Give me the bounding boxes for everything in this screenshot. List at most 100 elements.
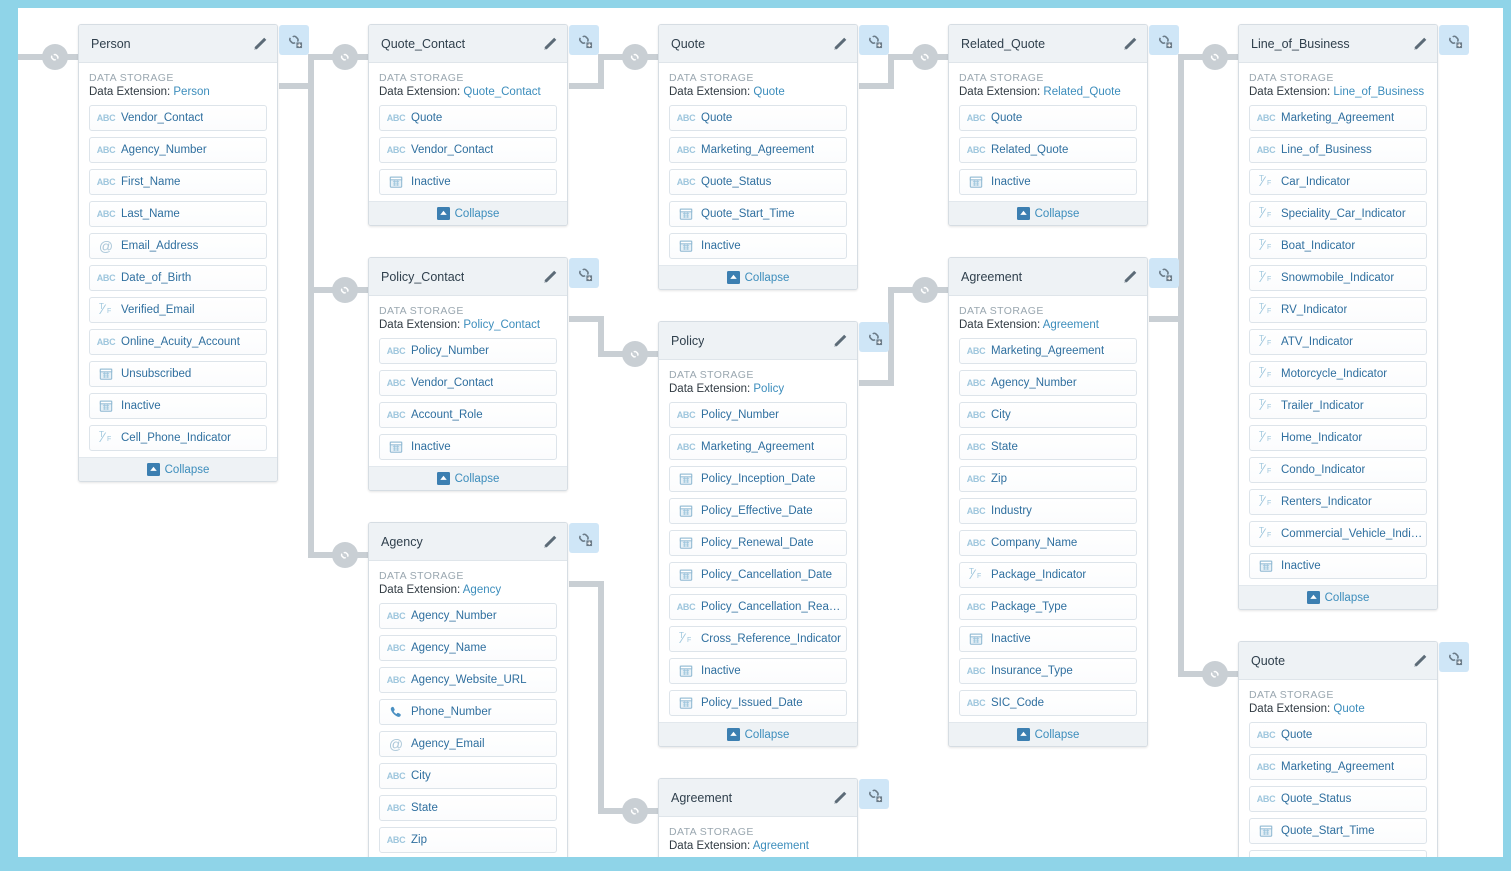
- field-row[interactable]: ABC Zip: [959, 466, 1137, 492]
- field-row[interactable]: ABC Last_Name: [89, 201, 267, 227]
- field-row[interactable]: T ⁄ F Verified_Email: [89, 297, 267, 323]
- entity-card-policy_contact[interactable]: Policy_Contact DATA STORAGE Data Extension…: [368, 257, 599, 491]
- field-row[interactable]: ABC Marketing_Agreement: [1249, 105, 1427, 131]
- link-add-icon[interactable]: [279, 25, 309, 55]
- field-row[interactable]: T ⁄ F Snowmobile_Indicator: [1249, 265, 1427, 291]
- pencil-icon[interactable]: [1121, 36, 1138, 53]
- field-row[interactable]: Quote_Start_Time: [669, 201, 847, 227]
- connector-node[interactable]: [42, 44, 68, 70]
- field-row[interactable]: ABC SIC_Code: [959, 690, 1137, 716]
- card-header-agreement[interactable]: Agreement: [949, 258, 1179, 296]
- diagram-canvas[interactable]: Person DATA STORAGE Data Extension: Person…: [18, 8, 1503, 857]
- field-row[interactable]: ABC Industry: [959, 498, 1137, 524]
- field-row[interactable]: ABC Company_Name: [959, 530, 1137, 556]
- collapse-button[interactable]: Collapse: [79, 457, 277, 481]
- entity-card-line_of_business[interactable]: Line_of_Business DATA STORAGE Data Extensi…: [1238, 24, 1469, 610]
- card-header-quote[interactable]: Quote: [659, 25, 889, 63]
- card-header-agency[interactable]: Agency: [369, 523, 599, 561]
- link-add-icon[interactable]: [569, 523, 599, 553]
- link-add-icon[interactable]: [569, 25, 599, 55]
- field-row[interactable]: T ⁄ F Condo_Indicator: [1249, 457, 1427, 483]
- connector-node[interactable]: [622, 798, 648, 824]
- entity-card-related_quote[interactable]: Related_Quote DATA STORAGE Data Extension:…: [948, 24, 1179, 226]
- field-row[interactable]: T ⁄ F Speciality_Car_Indicator: [1249, 201, 1427, 227]
- field-row[interactable]: T ⁄ F Cell_Phone_Indicator: [89, 425, 267, 451]
- field-row[interactable]: Inactive: [959, 169, 1137, 195]
- entity-card-quote[interactable]: Quote DATA STORAGE Data Extension: Quote AB…: [658, 24, 889, 290]
- connector-node[interactable]: [1202, 661, 1228, 687]
- field-row[interactable]: ABC Package_Type: [959, 594, 1137, 620]
- pencil-icon[interactable]: [541, 534, 558, 551]
- entity-card-policy[interactable]: Policy DATA STORAGE Data Extension: Policy…: [658, 321, 889, 747]
- field-row[interactable]: T ⁄ F Motorcycle_Indicator: [1249, 361, 1427, 387]
- field-row[interactable]: ABC Quote: [959, 105, 1137, 131]
- field-row[interactable]: ABC Insurance_Type: [959, 658, 1137, 684]
- field-row[interactable]: ABC Date_of_Birth: [89, 265, 267, 291]
- field-row[interactable]: Inactive: [379, 169, 557, 195]
- collapse-button[interactable]: Collapse: [949, 722, 1147, 746]
- pencil-icon[interactable]: [251, 36, 268, 53]
- entity-card-agreement[interactable]: Agreement DATA STORAGE Data Extension: Agr…: [948, 257, 1179, 747]
- link-add-icon[interactable]: [859, 25, 889, 55]
- pencil-icon[interactable]: [831, 790, 848, 807]
- card-header-person[interactable]: Person: [79, 25, 309, 63]
- link-add-icon[interactable]: [859, 779, 889, 809]
- collapse-button[interactable]: Collapse: [369, 201, 567, 225]
- entity-card-quote_bottom[interactable]: Quote DATA STORAGE Data Extension: Quote AB…: [1238, 641, 1469, 857]
- link-add-icon[interactable]: [859, 322, 889, 352]
- card-header-policy[interactable]: Policy: [659, 322, 889, 360]
- card-header-line_of_business[interactable]: Line_of_Business: [1239, 25, 1469, 63]
- connector-node[interactable]: [912, 44, 938, 70]
- pencil-icon[interactable]: [541, 36, 558, 53]
- field-row[interactable]: ABC Quote: [669, 105, 847, 131]
- pencil-icon[interactable]: [1411, 36, 1428, 53]
- connector-node[interactable]: [912, 277, 938, 303]
- connector-node[interactable]: [622, 341, 648, 367]
- field-row[interactable]: Unsubscribed: [89, 361, 267, 387]
- collapse-button[interactable]: Collapse: [1239, 585, 1437, 609]
- field-row[interactable]: @ Email_Address: [89, 233, 267, 259]
- card-header-policy_contact[interactable]: Policy_Contact: [369, 258, 599, 296]
- field-row[interactable]: Inactive: [669, 658, 847, 684]
- link-add-icon[interactable]: [1149, 258, 1179, 288]
- field-row[interactable]: ABC First_Name: [89, 169, 267, 195]
- field-row[interactable]: ABC Agency_Number: [959, 370, 1137, 396]
- connector-node[interactable]: [1202, 44, 1228, 70]
- field-row[interactable]: ABC Agency_Number: [89, 137, 267, 163]
- field-row[interactable]: ABC Agency_Number: [379, 603, 557, 629]
- link-add-icon[interactable]: [1439, 642, 1469, 672]
- field-row[interactable]: ABC Quote: [1249, 722, 1427, 748]
- field-row[interactable]: Quote_Start_Time: [1249, 818, 1427, 844]
- field-row[interactable]: Inactive: [89, 393, 267, 419]
- field-row[interactable]: ABC Vendor_Contact: [379, 370, 557, 396]
- field-row[interactable]: ABC Quote_Status: [1249, 786, 1427, 812]
- collapse-button[interactable]: Collapse: [659, 722, 857, 746]
- pencil-icon[interactable]: [1121, 269, 1138, 286]
- field-row[interactable]: ABC Policy_Cancellation_Reason: [669, 594, 847, 620]
- field-row[interactable]: @ Agency_Email: [379, 731, 557, 757]
- pencil-icon[interactable]: [831, 333, 848, 350]
- field-row[interactable]: Inactive: [1249, 850, 1427, 857]
- field-row[interactable]: ABC Policy_Number: [669, 402, 847, 428]
- field-row[interactable]: T ⁄ F Renters_Indicator: [1249, 489, 1427, 515]
- field-row[interactable]: ABC City: [379, 763, 557, 789]
- card-header-agreement_bottom[interactable]: Agreement: [659, 779, 889, 817]
- field-row[interactable]: T ⁄ F Trailer_Indicator: [1249, 393, 1427, 419]
- connector-node[interactable]: [622, 44, 648, 70]
- pencil-icon[interactable]: [541, 269, 558, 286]
- field-row[interactable]: ABC Vendor_Contact: [89, 105, 267, 131]
- collapse-button[interactable]: Collapse: [369, 466, 567, 490]
- field-row[interactable]: ABC Zip: [379, 827, 557, 853]
- pencil-icon[interactable]: [1411, 653, 1428, 670]
- link-add-icon[interactable]: [1439, 25, 1469, 55]
- field-row[interactable]: Policy_Issued_Date: [669, 690, 847, 716]
- field-row[interactable]: ABC Quote_Status: [669, 169, 847, 195]
- field-row[interactable]: T ⁄ F Car_Indicator: [1249, 169, 1427, 195]
- field-row[interactable]: Inactive: [379, 434, 557, 460]
- field-row[interactable]: ABC Marketing_Agreement: [1249, 754, 1427, 780]
- field-row[interactable]: T ⁄ F Home_Indicator: [1249, 425, 1427, 451]
- field-row[interactable]: Inactive: [1249, 553, 1427, 579]
- link-add-icon[interactable]: [1149, 25, 1179, 55]
- connector-node[interactable]: [332, 277, 358, 303]
- field-row[interactable]: ABC Line_of_Business: [1249, 137, 1427, 163]
